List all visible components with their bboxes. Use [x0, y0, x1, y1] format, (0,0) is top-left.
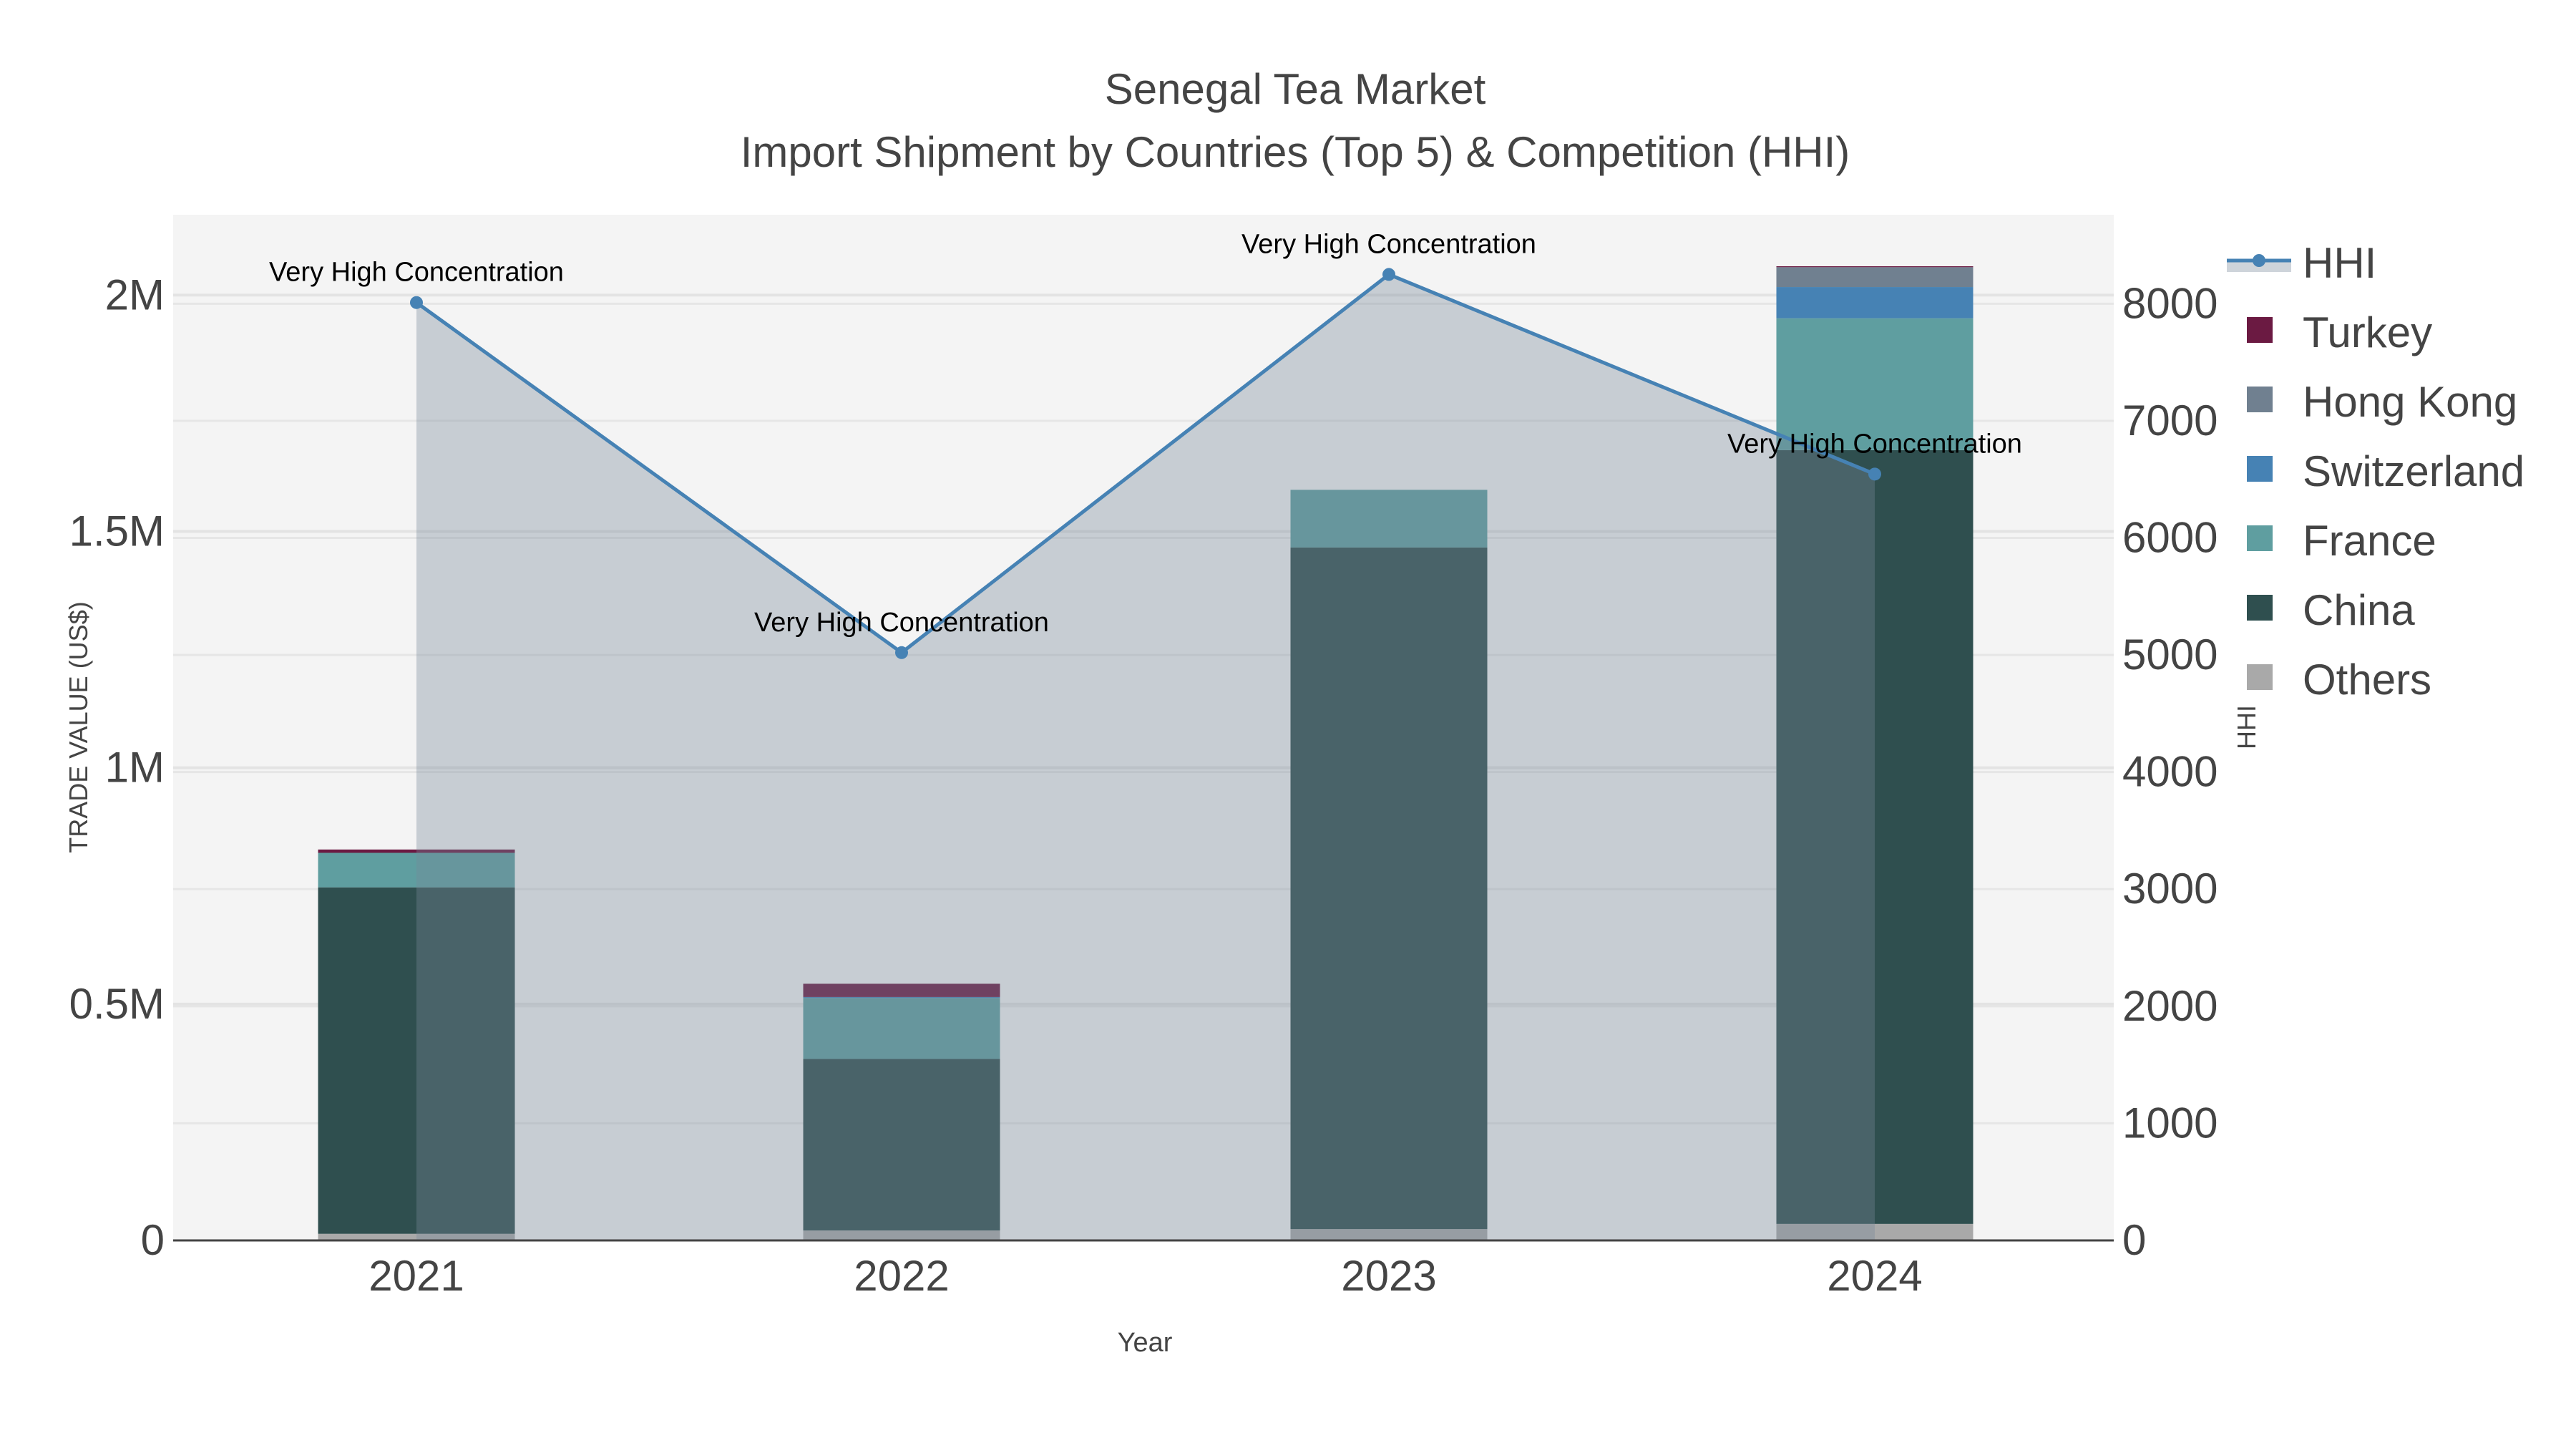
hhi-annotation: Very High Concentration — [754, 608, 1049, 638]
chart: Very High Concentration Very High Concent… — [64, 65, 2524, 1358]
x-tick-label: 2024 — [1827, 1252, 1922, 1300]
legend-swatch-turkey — [2247, 317, 2273, 343]
legend-swatch-france — [2247, 525, 2273, 551]
bar-turkey-2024 — [1776, 266, 1974, 268]
x-axis-title: Year — [1118, 1328, 1173, 1358]
legend-swatch-others — [2247, 664, 2273, 690]
legend-swatch-hhi-marker — [2253, 254, 2265, 267]
legend-label-france: France — [2303, 517, 2436, 565]
legend-label-china: China — [2303, 586, 2415, 634]
bar-hong-kong-2024 — [1776, 267, 1974, 288]
y-tick-label: 2M — [105, 271, 165, 319]
legend-swatch-china — [2247, 595, 2273, 621]
y-tick-label: 1M — [105, 744, 165, 792]
hhi-point — [1382, 268, 1395, 281]
y2-tick-label: 3000 — [2122, 865, 2218, 913]
y2-tick-label: 2000 — [2122, 982, 2218, 1030]
legend-swatch-hong-kong — [2247, 387, 2273, 412]
legend-label-switzerland: Switzerland — [2303, 447, 2524, 495]
bar-switzerland-2024 — [1776, 287, 1974, 319]
legend-label-others: Others — [2303, 656, 2431, 704]
y-tick-label: 1.5M — [69, 507, 165, 555]
legend-label-turkey: Turkey — [2303, 308, 2432, 356]
x-tick-label: 2023 — [1341, 1252, 1436, 1300]
hhi-point — [410, 296, 423, 309]
y2-tick-label: 5000 — [2122, 631, 2218, 679]
y2-tick-label: 8000 — [2122, 279, 2218, 327]
x-tick-label: 2021 — [369, 1252, 464, 1300]
legend-label-hong-kong: Hong Kong — [2303, 378, 2517, 426]
y-axis-title: TRADE VALUE (US$) — [64, 601, 93, 852]
legend-label-hhi: HHI — [2303, 239, 2376, 287]
hhi-point — [1868, 467, 1881, 481]
hhi-point — [895, 646, 908, 659]
y2-tick-label: 1000 — [2122, 1099, 2218, 1147]
y-tick-label: 0.5M — [69, 980, 165, 1028]
chart-subtitle: Import Shipment by Countries (Top 5) & C… — [741, 128, 1850, 176]
y2-tick-label: 4000 — [2122, 748, 2218, 796]
hhi-annotation: Very High Concentration — [269, 258, 564, 288]
chart-title: Senegal Tea Market — [1105, 65, 1486, 113]
legend-swatch-switzerland — [2247, 456, 2273, 482]
y2-tick-label: 7000 — [2122, 397, 2218, 444]
hhi-annotation: Very High Concentration — [1727, 429, 2022, 459]
y2-tick-label: 6000 — [2122, 513, 2218, 561]
hhi-annotation: Very High Concentration — [1241, 229, 1536, 259]
x-tick-label: 2022 — [854, 1252, 949, 1300]
y-tick-label: 0 — [141, 1216, 165, 1264]
y2-tick-label: 0 — [2122, 1216, 2146, 1264]
y2-axis-title: HHI — [2232, 705, 2261, 749]
